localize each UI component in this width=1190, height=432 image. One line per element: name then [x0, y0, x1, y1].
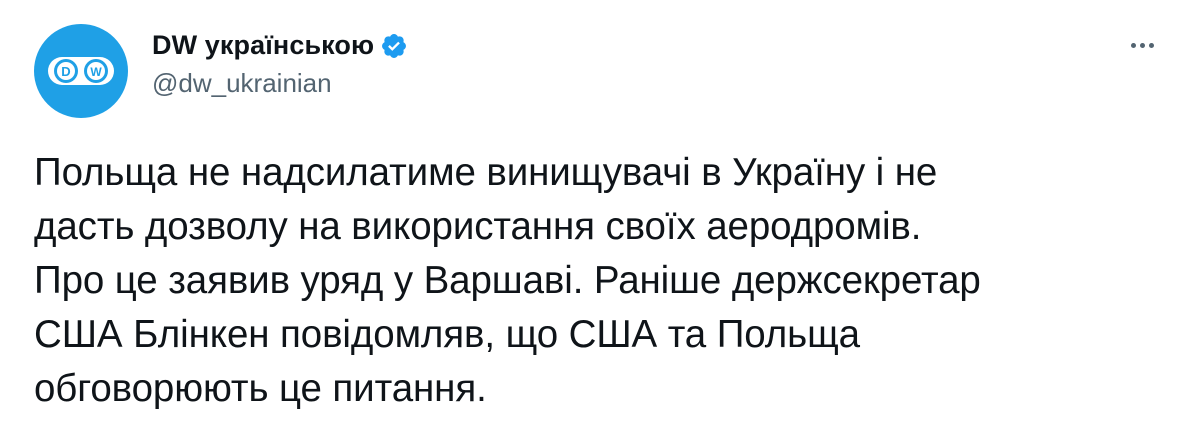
tweet-text-line: Про це заявив уряд у Варшаві. Раніше дер… [34, 259, 981, 302]
tweet-text-line: США Блінкен повідомляв, що США та Польща [34, 313, 860, 356]
dw-logo-icon: D W [48, 57, 114, 85]
tweet-text-line: Польща не надсилатиме винищувачі в Украї… [34, 151, 938, 194]
avatar-letter-w: W [90, 65, 102, 79]
name-row: DW українською [152, 28, 408, 62]
display-name[interactable]: DW українською [152, 30, 374, 61]
avatar-letter-d: D [61, 64, 70, 79]
avatar[interactable]: D W [34, 24, 128, 118]
tweet-text: Польща не надсилатиме винищувачі в Украї… [34, 146, 1164, 416]
more-horizontal-icon [1130, 42, 1154, 48]
tweet-text-line: дасть дозволу на використання своїх аеро… [34, 205, 922, 248]
author-block: DW українською @dw_ukrainian [152, 28, 408, 99]
author-handle[interactable]: @dw_ukrainian [152, 68, 408, 99]
verified-badge-icon [380, 32, 408, 60]
more-options-button[interactable] [1122, 30, 1162, 60]
tweet: D W DW українською @dw_ukrainian Польща … [0, 0, 1190, 432]
tweet-text-line: обговорюють це питання. [34, 367, 487, 410]
